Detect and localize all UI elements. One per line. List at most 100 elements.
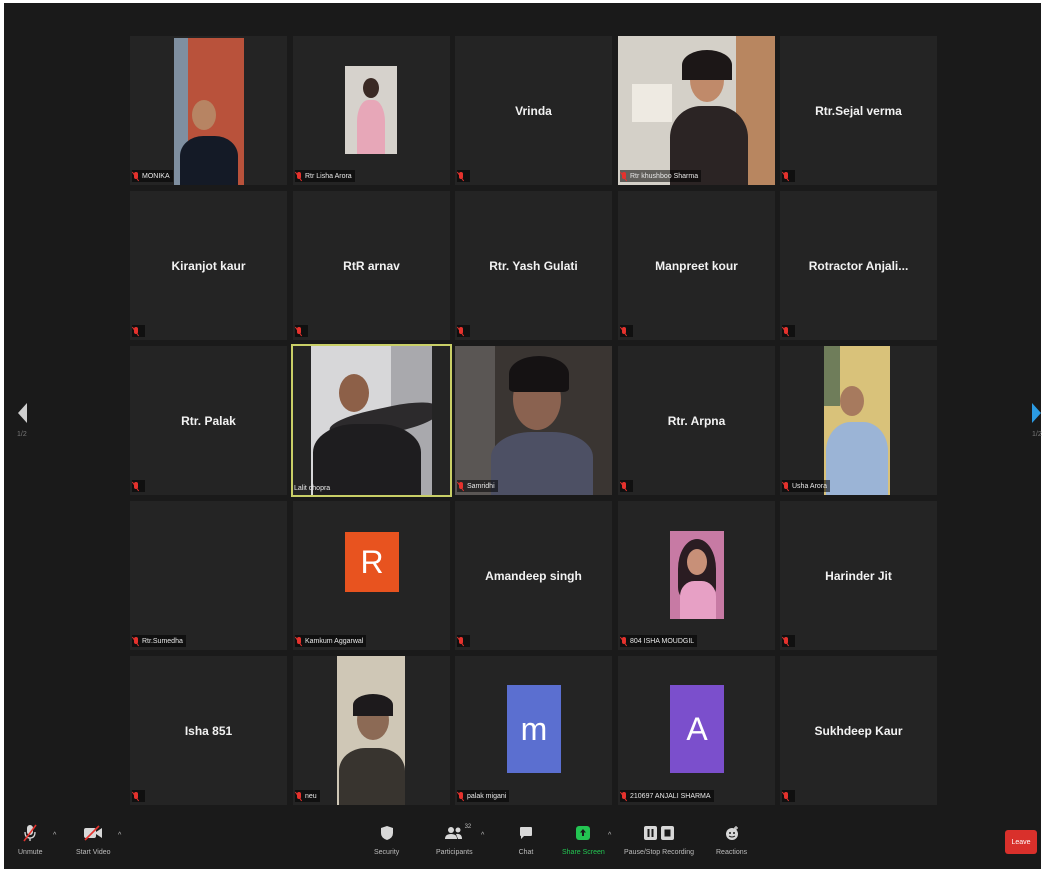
participant-tile[interactable]: Rtr.Sumedha [130, 501, 287, 650]
muted-mic-icon [458, 791, 464, 801]
muted-mic-icon [296, 171, 302, 181]
pause-stop-recording-icon [641, 822, 677, 844]
participant-name: 210697 ANJALI SHARMA [630, 792, 711, 800]
participant-label [295, 325, 308, 337]
participant-tile[interactable]: Isha 851 [130, 656, 287, 805]
participant-tile[interactable]: Rtr. Arpna [618, 346, 775, 495]
muted-mic-icon [783, 326, 789, 336]
leave-label: Leave [1011, 838, 1031, 846]
share-screen-label: Share Screen [562, 849, 605, 856]
participant-video [455, 346, 612, 495]
muted-mic-icon [296, 326, 302, 336]
muted-mic-icon [133, 636, 139, 646]
muted-mic-icon [296, 791, 302, 801]
share-options-caret-icon[interactable]: ^ [608, 832, 611, 839]
participants-icon: 32 [439, 822, 472, 844]
participant-video [824, 346, 890, 495]
avatar-letter: R [360, 543, 384, 580]
muted-mic-icon [621, 636, 627, 646]
participant-label: Rtr.Sumedha [132, 635, 186, 647]
participant-label [782, 790, 795, 802]
muted-mic-icon [133, 171, 139, 181]
participant-name: Samridhi [467, 482, 495, 490]
participants-button[interactable]: 32 Participants [436, 822, 473, 856]
participant-tile[interactable]: Samridhi [455, 346, 612, 495]
leave-button[interactable]: Leave [1005, 830, 1037, 854]
participant-name: MONIKA [142, 172, 170, 180]
participant-tile[interactable]: RtR arnav [293, 191, 450, 340]
participant-grid: MONIKA Rtr Lisha Arora Vrinda Rtr khushb… [130, 36, 939, 806]
participant-tile[interactable]: Rtr. Palak [130, 346, 287, 495]
participant-name: Rtr. Yash Gulati [489, 258, 578, 273]
video-off-icon [83, 822, 103, 844]
participant-label [782, 325, 795, 337]
participant-tile[interactable]: A 210697 ANJALI SHARMA [618, 656, 775, 805]
muted-mic-icon [783, 171, 789, 181]
participant-label: 804 ISHA MOUDGIL [620, 635, 698, 647]
participant-tile[interactable]: MONIKA [130, 36, 287, 185]
participant-tile[interactable]: Harinder Jit [780, 501, 937, 650]
participants-options-caret-icon[interactable]: ^ [481, 832, 484, 839]
participant-tile[interactable]: Sukhdeep Kaur [780, 656, 937, 805]
active-speaker-tile[interactable]: Lalit chopra [291, 344, 452, 497]
participant-label: Samridhi [457, 480, 498, 492]
participant-tile[interactable]: Rotractor Anjali... [780, 191, 937, 340]
next-page-button[interactable]: 1/2 [1028, 401, 1042, 449]
participant-name: Lalit chopra [294, 484, 331, 492]
participant-label: Rtr Lisha Arora [295, 170, 355, 182]
meeting-toolbar: Unmute ^ Start Video ^ Security 32 Parti… [4, 818, 1041, 869]
recording-button[interactable]: Pause/Stop Recording [624, 822, 694, 856]
participant-name: Vrinda [515, 103, 552, 118]
audio-options-caret-icon[interactable]: ^ [53, 832, 56, 839]
participant-tile[interactable]: Vrinda [455, 36, 612, 185]
recording-label: Pause/Stop Recording [624, 849, 695, 856]
participant-label [620, 480, 633, 492]
participant-name: Rtr Lisha Arora [305, 172, 352, 180]
share-screen-button[interactable]: Share Screen [562, 822, 605, 856]
share-screen-icon [573, 822, 593, 844]
participant-tile[interactable]: Usha Arora [780, 346, 937, 495]
participant-label [457, 635, 470, 647]
participant-tile[interactable]: Rtr.Sejal verma [780, 36, 937, 185]
participant-tile[interactable]: Amandeep singh [455, 501, 612, 650]
participant-tile[interactable]: Kiranjot kaur [130, 191, 287, 340]
participant-photo [670, 531, 724, 619]
muted-mic-icon [458, 481, 464, 491]
reactions-smiley-icon [722, 822, 742, 844]
participant-label: Kamkum Aggarwal [295, 635, 367, 647]
muted-mic-icon [458, 326, 464, 336]
participant-tile[interactable]: neu [293, 656, 450, 805]
security-button[interactable]: Security [374, 822, 399, 856]
previous-page-button[interactable]: 1/2 [14, 401, 34, 449]
participant-photo [345, 66, 397, 154]
participant-label: 210697 ANJALI SHARMA [620, 790, 714, 802]
muted-mic-icon [133, 326, 139, 336]
muted-mic-icon [621, 791, 627, 801]
chat-bubble-icon [516, 822, 536, 844]
participant-avatar: R [345, 532, 399, 592]
participant-name: RtR arnav [343, 258, 400, 273]
unmute-button[interactable]: Unmute [18, 822, 43, 856]
reactions-button[interactable]: Reactions [716, 822, 747, 856]
video-options-caret-icon[interactable]: ^ [118, 832, 121, 839]
participant-avatar: m [507, 685, 561, 773]
start-video-button[interactable]: Start Video [76, 822, 111, 856]
unmute-label: Unmute [18, 849, 43, 856]
meeting-window: MONIKA Rtr Lisha Arora Vrinda Rtr khushb… [4, 3, 1042, 869]
chevron-left-icon [18, 403, 27, 423]
participant-tile[interactable]: Rtr Lisha Arora [293, 36, 450, 185]
participant-tile[interactable]: Manpreet kour [618, 191, 775, 340]
participants-count: 32 [464, 824, 472, 830]
avatar-letter: m [520, 710, 548, 747]
participant-tile[interactable]: Rtr. Yash Gulati [455, 191, 612, 340]
participant-label [132, 480, 145, 492]
participant-tile[interactable]: Rtr khushboo Sharma [618, 36, 775, 185]
participant-tile[interactable]: m palak migani [455, 656, 612, 805]
participant-tile[interactable]: R Kamkum Aggarwal [293, 501, 450, 650]
participant-tile[interactable]: 804 ISHA MOUDGIL [618, 501, 775, 650]
participant-video [311, 346, 432, 495]
muted-mic-icon [133, 481, 139, 491]
chat-button[interactable]: Chat [516, 822, 536, 856]
muted-mic-icon [621, 481, 627, 491]
participant-name: Sukhdeep Kaur [814, 723, 903, 738]
